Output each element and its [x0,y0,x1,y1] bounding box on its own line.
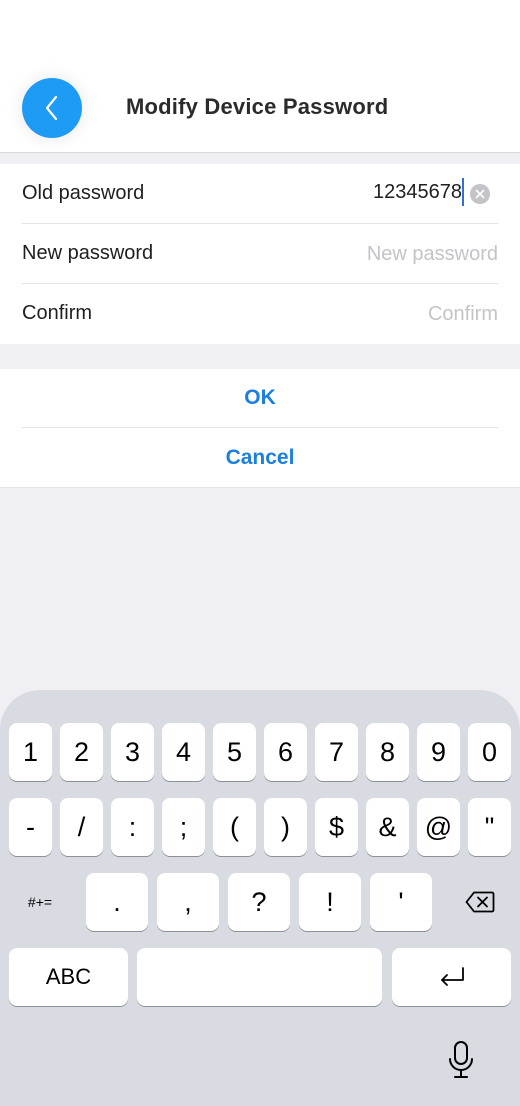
key-open-paren[interactable]: ( [213,798,256,856]
return-key[interactable] [392,948,511,1006]
back-button[interactable] [22,78,82,138]
new-password-input[interactable] [238,238,498,270]
key-9[interactable]: 9 [417,723,460,781]
chevron-left-icon [45,95,58,121]
key-colon[interactable]: : [111,798,154,856]
key-apostrophe[interactable]: ' [370,873,432,931]
new-password-row: New password [0,224,520,284]
ok-button[interactable]: OK [0,369,520,427]
password-form: Old password 12345678 New password Confi… [0,164,520,344]
key-exclamation[interactable]: ! [299,873,361,931]
new-password-label: New password [22,242,154,264]
key-more-symbols[interactable]: #+= [9,873,71,931]
key-hyphen[interactable]: - [9,798,52,856]
microphone-icon [449,1041,473,1078]
space-key[interactable] [137,948,382,1006]
dictation-button[interactable] [446,1040,476,1080]
key-slash[interactable]: / [60,798,103,856]
page-title: Modify Device Password [126,94,389,119]
action-divider [22,427,498,428]
text-cursor [462,178,464,206]
key-at[interactable]: @ [417,798,460,856]
key-quote[interactable]: " [468,798,511,856]
old-password-input[interactable]: 12345678 [373,181,462,204]
old-password-label: Old password [22,182,145,204]
key-comma[interactable]: , [157,873,219,931]
key-4[interactable]: 4 [162,723,205,781]
key-0[interactable]: 0 [468,723,511,781]
key-2[interactable]: 2 [60,723,103,781]
key-dollar[interactable]: $ [315,798,358,856]
key-close-paren[interactable]: ) [264,798,307,856]
key-6[interactable]: 6 [264,723,307,781]
confirm-row: Confirm [0,284,520,344]
return-icon [440,967,464,986]
cancel-button[interactable]: Cancel [0,429,520,487]
key-ampersand[interactable]: & [366,798,409,856]
key-semicolon[interactable]: ; [162,798,205,856]
confirm-label: Confirm [22,302,93,324]
abc-key[interactable]: ABC [9,948,128,1006]
confirm-input[interactable] [238,298,498,330]
key-period[interactable]: . [86,873,148,931]
action-group: OK Cancel [0,369,520,488]
key-3[interactable]: 3 [111,723,154,781]
old-password-row: Old password 12345678 [0,164,520,224]
key-5[interactable]: 5 [213,723,256,781]
delete-icon [465,891,495,913]
header-bar: Modify Device Password [0,0,520,153]
key-8[interactable]: 8 [366,723,409,781]
key-7[interactable]: 7 [315,723,358,781]
clear-text-icon[interactable] [470,184,490,204]
delete-key[interactable] [449,873,511,931]
key-question[interactable]: ? [228,873,290,931]
key-1[interactable]: 1 [9,723,52,781]
